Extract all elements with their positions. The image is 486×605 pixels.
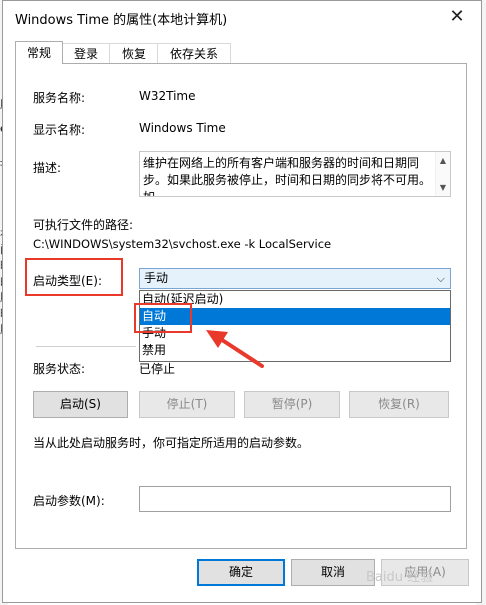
cancel-button[interactable]: 取消 (291, 559, 375, 586)
stop-service-button[interactable]: 停止(T) (139, 391, 235, 418)
close-button[interactable]: ✕ (437, 1, 477, 31)
pause-service-button[interactable]: 暂停(P) (244, 391, 340, 418)
startup-type-value: 手动 (144, 271, 169, 285)
startup-option-disabled[interactable]: 禁用 (140, 342, 450, 359)
start-params-input[interactable] (139, 486, 451, 512)
start-service-button[interactable]: 启动(S) (33, 391, 128, 418)
start-params-hint: 当从此处启动服务时，你可指定所适用的启动参数。 (33, 436, 310, 450)
description-text: 维护在网络上的所有客户端和服务器的时间和日期同步。如果此服务被停止，时间和日期的… (143, 156, 432, 197)
exe-path-label: 可执行文件的路径: (33, 218, 134, 232)
title-bar[interactable]: Windows Time 的属性(本地计算机) ✕ (3, 1, 481, 33)
tab-recovery[interactable]: 恢复 (109, 43, 159, 64)
service-status-label: 服务状态: (33, 362, 86, 376)
chevron-down-icon: ⌵ (436, 272, 445, 285)
annotation-arrow-icon (206, 330, 264, 368)
properties-dialog: Windows Time 的属性(本地计算机) ✕ 常规 登录 恢复 依存关系 … (2, 0, 482, 603)
general-tab-panel: 服务名称: W32Time 显示名称: Windows Time 描述: 维护在… (15, 63, 467, 549)
startup-type-select[interactable]: 手动 ⌵ (139, 268, 451, 289)
divider (36, 346, 136, 347)
description-scrollbar[interactable]: ▲ ▼ (435, 152, 450, 196)
service-status-value: 已停止 (139, 362, 176, 376)
auto-option-highlight (134, 303, 192, 333)
startup-type-label-highlight (25, 258, 123, 296)
tab-dependencies[interactable]: 依存关系 (157, 43, 231, 64)
tab-logon[interactable]: 登录 (61, 43, 111, 64)
display-name-label: 显示名称: (33, 123, 86, 137)
service-name-label: 服务名称: (33, 91, 86, 105)
description-textbox[interactable]: 维护在网络上的所有客户端和服务器的时间和日期同步。如果此服务被停止，时间和日期的… (139, 151, 451, 197)
tab-general[interactable]: 常规 (15, 41, 63, 64)
service-name-value: W32Time (139, 89, 196, 103)
watermark: Baidu 经验 (366, 570, 434, 585)
scroll-down-icon[interactable]: ▼ (440, 179, 446, 196)
resume-service-button[interactable]: 恢复(R) (349, 391, 449, 418)
close-icon: ✕ (449, 5, 465, 27)
description-label: 描述: (33, 161, 62, 175)
ok-button[interactable]: 确定 (197, 559, 285, 586)
display-name-value: Windows Time (139, 121, 226, 135)
start-params-label: 启动参数(M): (33, 494, 105, 508)
scroll-up-icon[interactable]: ▲ (440, 152, 446, 169)
exe-path-value: C:\WINDOWS\system32\svchost.exe -k Local… (33, 237, 332, 251)
dialog-title: Windows Time 的属性(本地计算机) (15, 13, 228, 28)
